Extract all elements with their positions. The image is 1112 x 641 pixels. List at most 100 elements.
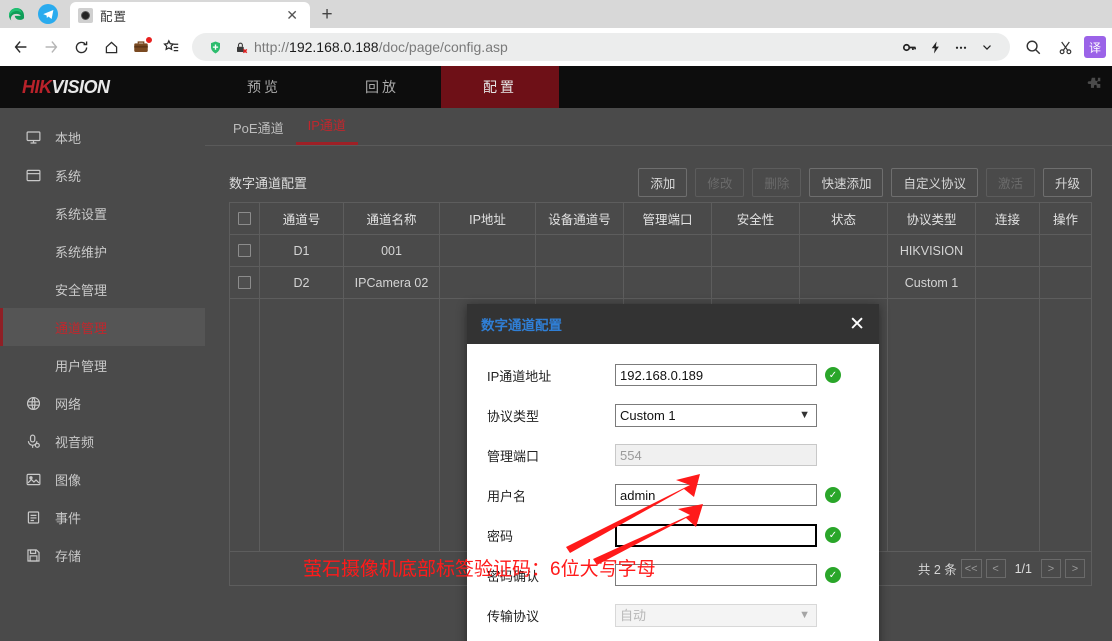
- empty-cell: [344, 299, 440, 551]
- more-icon[interactable]: [948, 34, 974, 60]
- tab-ip-channel[interactable]: IP通道: [295, 109, 358, 145]
- cell-connect: [976, 267, 1040, 298]
- app-header: HIK VISION 预览 回放 配置: [0, 66, 1112, 108]
- cell-status: [800, 235, 888, 266]
- select-all-checkbox[interactable]: [238, 212, 251, 225]
- panel-buttons: 添加 修改 删除 快速添加 自定义协议 激活 升级: [638, 167, 1092, 197]
- field-control: ✓: [615, 523, 841, 547]
- dialog-title: 数字通道配置: [481, 318, 562, 333]
- empty-cell: [888, 299, 976, 551]
- reload-icon[interactable]: [66, 32, 96, 62]
- col-protocol-type: 协议类型: [888, 203, 976, 234]
- sidebar-item-label: 视音频: [55, 434, 95, 450]
- valid-check-icon: ✓: [825, 567, 841, 583]
- cell-device-channel: [536, 235, 624, 266]
- password-input[interactable]: [615, 523, 817, 547]
- sidebar-item-system-maintenance[interactable]: 系统维护: [0, 232, 205, 270]
- pager-last-button[interactable]: >: [1065, 559, 1085, 578]
- tabstrip-left-icons: [0, 0, 70, 28]
- tab-poe-channel[interactable]: PoE通道: [221, 112, 296, 145]
- field-label: 用户名: [487, 488, 527, 504]
- url-host: 192.168.0.188: [289, 39, 379, 55]
- col-channel-name: 通道名称: [344, 203, 440, 234]
- browser-toolbar: http://192.168.0.188/doc/page/config.asp…: [0, 28, 1112, 66]
- panel-header: 数字通道配置 添加 修改 删除 快速添加 自定义协议 激活 升级: [229, 162, 1092, 202]
- sidebar-item-security-management[interactable]: 安全管理: [0, 270, 205, 308]
- field-control: ✓: [615, 484, 841, 506]
- row-select-cell[interactable]: [230, 235, 260, 266]
- nav-tab-config[interactable]: 配置: [441, 66, 559, 108]
- sidebar-item-audio-video[interactable]: 视音频: [0, 422, 205, 460]
- field-control: [615, 444, 817, 466]
- pager-next-button[interactable]: >: [1041, 559, 1061, 578]
- logo-vision: VISION: [51, 76, 111, 97]
- cell-channel-name: IPCamera 02: [344, 267, 440, 298]
- quick-add-button[interactable]: 快速添加: [809, 167, 884, 197]
- pager-prev-button[interactable]: <: [985, 559, 1006, 578]
- protocol-type-select[interactable]: Custom 1: [615, 403, 817, 427]
- table-row[interactable]: D1 001 HIKVISION: [230, 235, 1091, 267]
- globe-icon: [22, 393, 44, 413]
- sidebar: 本地 系统 系统设置 系统维护 安全管理 通道管理 用户管理 网络 视音频 图像…: [0, 108, 205, 641]
- home-icon[interactable]: [96, 32, 126, 62]
- empty-cell: [230, 299, 260, 551]
- digital-channel-dialog: 数字通道配置 ✕ IP通道地址 ✓ 协议类型 Custom 1 ▼: [467, 304, 879, 641]
- sidebar-item-user-management[interactable]: 用户管理: [0, 346, 205, 384]
- sidebar-item-system[interactable]: 系统: [0, 156, 205, 194]
- row-select-cell[interactable]: [230, 267, 260, 298]
- nav-tab-playback[interactable]: 回放: [323, 66, 441, 108]
- save-icon: [22, 545, 44, 565]
- shield-icon[interactable]: [202, 34, 228, 60]
- sidebar-item-channel-management[interactable]: 通道管理: [0, 308, 205, 346]
- scissors-icon[interactable]: [1050, 32, 1080, 62]
- field-transmission-protocol: 传输协议 自动 ▼: [487, 600, 859, 630]
- cell-security: [712, 267, 800, 298]
- upgrade-button[interactable]: 升级: [1042, 167, 1092, 197]
- back-icon[interactable]: [6, 32, 36, 62]
- collections-icon[interactable]: [156, 32, 186, 62]
- row-checkbox[interactable]: [238, 276, 251, 289]
- activate-button: 激活: [985, 167, 1035, 197]
- telegram-icon[interactable]: [38, 4, 58, 24]
- lightning-icon[interactable]: [922, 34, 948, 60]
- sidebar-item-local[interactable]: 本地: [0, 118, 205, 156]
- cell-channel-no: D1: [260, 235, 344, 266]
- ip-channel-address-input[interactable]: [615, 364, 817, 386]
- row-checkbox[interactable]: [238, 244, 251, 257]
- sidebar-item-network[interactable]: 网络: [0, 384, 205, 422]
- table-row[interactable]: D2 IPCamera 02 Custom 1: [230, 267, 1091, 299]
- briefcase-icon[interactable]: [126, 32, 156, 62]
- cell-action: [1040, 267, 1091, 298]
- browser-tab[interactable]: 配置 ✕: [70, 2, 310, 28]
- tab-close-icon[interactable]: ✕: [282, 7, 302, 24]
- close-icon[interactable]: ✕: [849, 315, 865, 334]
- insecure-lock-icon[interactable]: [228, 34, 254, 60]
- nav-tab-preview[interactable]: 预览: [205, 66, 323, 108]
- add-button[interactable]: 添加: [638, 167, 688, 197]
- sidebar-item-image[interactable]: 图像: [0, 460, 205, 498]
- sidebar-item-storage[interactable]: 存储: [0, 536, 205, 574]
- field-label: 传输协议: [487, 608, 540, 624]
- new-tab-button[interactable]: +: [310, 2, 344, 28]
- cell-ip-address: [440, 267, 536, 298]
- field-label: 密码: [487, 528, 514, 544]
- key-icon[interactable]: [896, 34, 922, 60]
- cell-status: [800, 267, 888, 298]
- custom-protocol-button[interactable]: 自定义协议: [891, 167, 978, 197]
- cell-device-channel: [536, 267, 624, 298]
- sidebar-item-system-settings[interactable]: 系统设置: [0, 194, 205, 232]
- search-icon[interactable]: [1016, 32, 1050, 62]
- pager-first-button[interactable]: <<: [960, 559, 982, 578]
- puzzle-icon[interactable]: [1085, 76, 1102, 98]
- username-input[interactable]: [615, 484, 817, 506]
- select-all-cell[interactable]: [230, 203, 260, 234]
- chevron-down-icon[interactable]: [974, 34, 1000, 60]
- sidebar-item-event[interactable]: 事件: [0, 498, 205, 536]
- password-confirm-input[interactable]: [615, 564, 817, 586]
- url-bar[interactable]: http://192.168.0.188/doc/page/config.asp: [192, 33, 1010, 61]
- microphone-icon: [22, 431, 44, 451]
- cell-management-port: [624, 267, 712, 298]
- translate-icon[interactable]: 译: [1084, 36, 1106, 58]
- col-connect: 连接: [976, 203, 1040, 234]
- cell-management-port: [624, 235, 712, 266]
